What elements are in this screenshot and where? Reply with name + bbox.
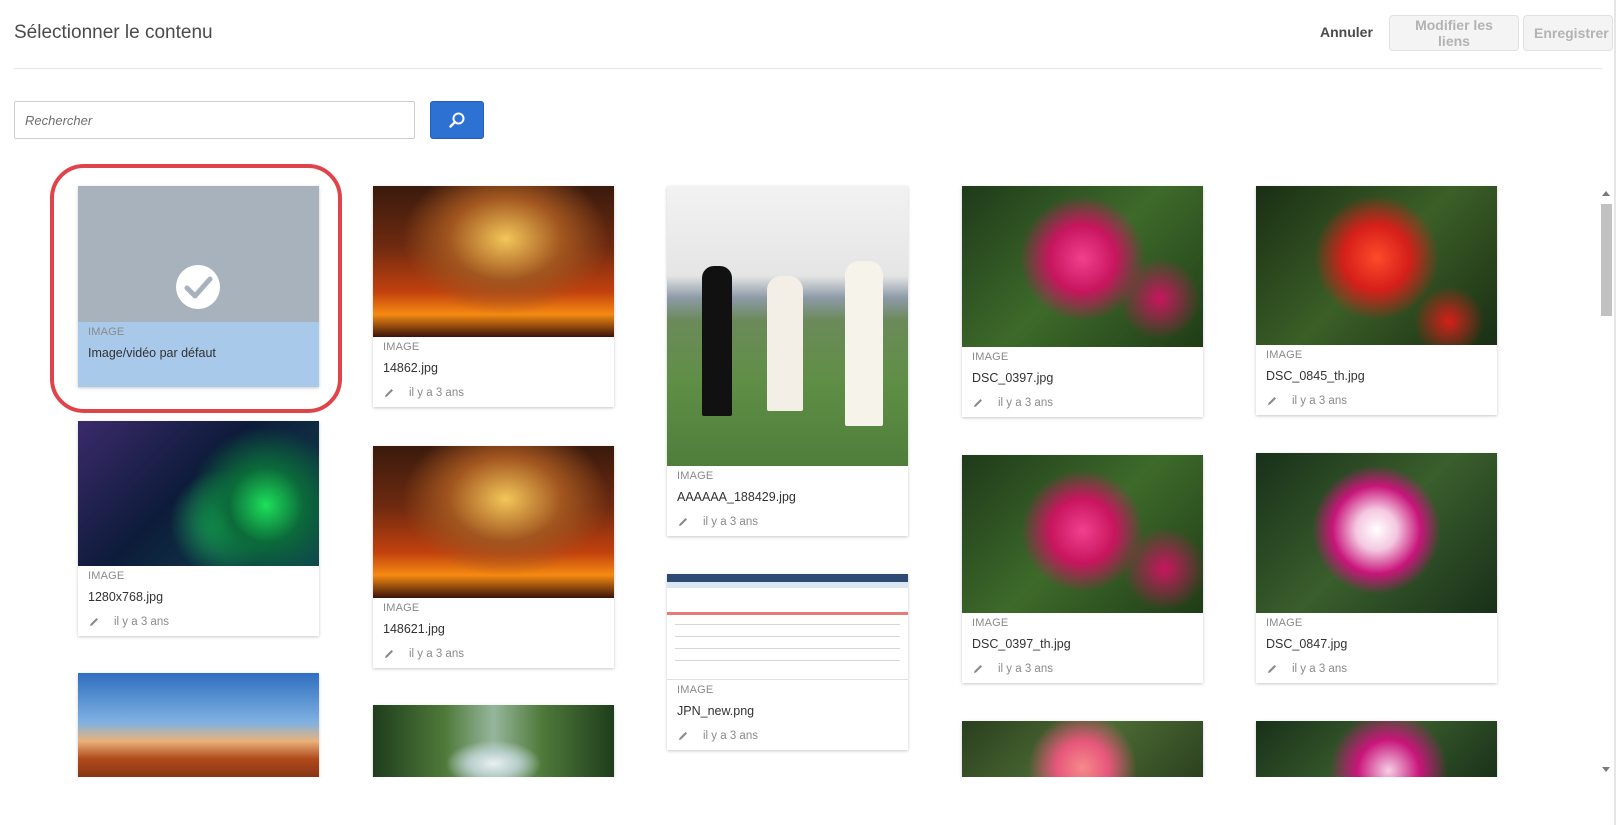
asset-card[interactable]: IMAGE DSC_0847.jpg il y a 3 ans (1256, 453, 1497, 683)
asset-name: 1280x768.jpg (88, 590, 164, 604)
asset-card[interactable]: IMAGE 1280x768.jpg il y a 3 ans (78, 421, 319, 636)
asset-thumbnail (78, 186, 319, 322)
asset-thumbnail (667, 574, 908, 680)
asset-edited-time: il y a 3 ans (1292, 395, 1347, 407)
asset-thumbnail (1256, 721, 1497, 777)
asset-name: DSC_0397.jpg (972, 371, 1054, 385)
asset-thumbnail (78, 421, 319, 566)
asset-name: AAAAAA_188429.jpg (677, 490, 796, 504)
asset-edited: il y a 3 ans (677, 516, 898, 528)
pencil-icon (1268, 665, 1276, 673)
asset-edited: il y a 3 ans (383, 648, 604, 660)
pencil-icon (679, 732, 687, 740)
pencil-icon (385, 389, 393, 397)
asset-thumbnail (373, 705, 614, 777)
asset-card[interactable] (962, 721, 1203, 777)
asset-card[interactable]: IMAGE DSC_0397_th.jpg il y a 3 ans (962, 455, 1203, 683)
asset-thumbnail (1256, 186, 1497, 345)
asset-edited: il y a 3 ans (677, 730, 898, 742)
pencil-icon (679, 518, 687, 526)
asset-name: DSC_0845_th.jpg (1266, 369, 1365, 383)
asset-thumbnail (1256, 453, 1497, 613)
asset-type: IMAGE (677, 684, 714, 696)
asset-thumbnail (667, 186, 908, 466)
asset-thumbnail (373, 446, 614, 598)
search-button[interactable] (430, 101, 484, 139)
save-button[interactable]: Enregistrer (1523, 15, 1613, 51)
asset-card[interactable]: IMAGE 148621.jpg il y a 3 ans (373, 446, 614, 668)
asset-type: IMAGE (972, 351, 1009, 363)
asset-name: DSC_0847.jpg (1266, 637, 1348, 651)
page-title: Sélectionner le contenu (14, 22, 213, 43)
asset-card[interactable]: IMAGE DSC_0397.jpg il y a 3 ans (962, 186, 1203, 417)
asset-type: IMAGE (383, 602, 420, 614)
asset-edited-time: il y a 3 ans (998, 397, 1053, 409)
asset-edited-time: il y a 3 ans (703, 516, 758, 528)
cancel-button[interactable]: Annuler (1320, 24, 1373, 40)
pencil-icon (974, 399, 982, 407)
asset-edited: il y a 3 ans (88, 616, 309, 628)
pencil-icon (974, 665, 982, 673)
asset-edited-time: il y a 3 ans (409, 387, 464, 399)
asset-thumbnail (78, 673, 319, 777)
asset-thumbnail (962, 721, 1203, 777)
asset-type: IMAGE (1266, 617, 1303, 629)
asset-type: IMAGE (972, 617, 1009, 629)
asset-thumbnail (962, 186, 1203, 347)
asset-edited-time: il y a 3 ans (409, 648, 464, 660)
asset-card[interactable]: IMAGE AAAAAA_188429.jpg il y a 3 ans (667, 186, 908, 536)
asset-name: 148621.jpg (383, 622, 445, 636)
asset-edited-time: il y a 3 ans (114, 616, 169, 628)
asset-type: IMAGE (88, 570, 125, 582)
asset-card[interactable]: IMAGE 14862.jpg il y a 3 ans (373, 186, 614, 407)
asset-edited-time: il y a 3 ans (1292, 663, 1347, 675)
asset-edited: il y a 3 ans (1266, 395, 1487, 407)
asset-card[interactable] (373, 705, 614, 777)
asset-name: JPN_new.png (677, 704, 755, 718)
asset-card[interactable]: IMAGE DSC_0845_th.jpg il y a 3 ans (1256, 186, 1497, 415)
pencil-icon (90, 618, 98, 626)
asset-edited-time: il y a 3 ans (998, 663, 1053, 675)
modify-links-button[interactable]: Modifier les liens (1389, 15, 1519, 51)
asset-type: IMAGE (88, 326, 125, 338)
checkmark-circle-icon (176, 265, 220, 309)
asset-edited: il y a 3 ans (972, 397, 1193, 409)
asset-type: IMAGE (383, 341, 420, 353)
pencil-icon (385, 650, 393, 658)
scroll-down-arrow-icon[interactable] (1602, 767, 1610, 772)
asset-thumbnail (373, 186, 614, 337)
asset-card[interactable]: IMAGE JPN_new.png il y a 3 ans (667, 574, 908, 750)
asset-type: IMAGE (1266, 349, 1303, 361)
search-input[interactable] (14, 101, 415, 139)
content-grid: IMAGE Image/vidéo par défaut IMAGE 1280x… (0, 180, 1590, 777)
asset-card[interactable] (1256, 721, 1497, 777)
scrollbar-thumb[interactable] (1601, 204, 1612, 316)
asset-edited: il y a 3 ans (1266, 663, 1487, 675)
asset-edited: il y a 3 ans (972, 663, 1193, 675)
asset-name: DSC_0397_th.jpg (972, 637, 1071, 651)
asset-edited-time: il y a 3 ans (703, 730, 758, 742)
pencil-icon (1268, 397, 1276, 405)
asset-type: IMAGE (677, 470, 714, 482)
dialog-header: Sélectionner le contenu Annuler Modifier… (14, 0, 1613, 69)
asset-name: Image/vidéo par défaut (88, 346, 216, 360)
asset-edited: il y a 3 ans (383, 387, 604, 399)
asset-thumbnail (962, 455, 1203, 613)
search-icon (449, 112, 465, 128)
scroll-up-arrow-icon[interactable] (1602, 191, 1610, 196)
asset-card[interactable] (78, 673, 319, 777)
asset-name: 14862.jpg (383, 361, 438, 375)
asset-card-default[interactable]: IMAGE Image/vidéo par défaut (78, 186, 319, 387)
